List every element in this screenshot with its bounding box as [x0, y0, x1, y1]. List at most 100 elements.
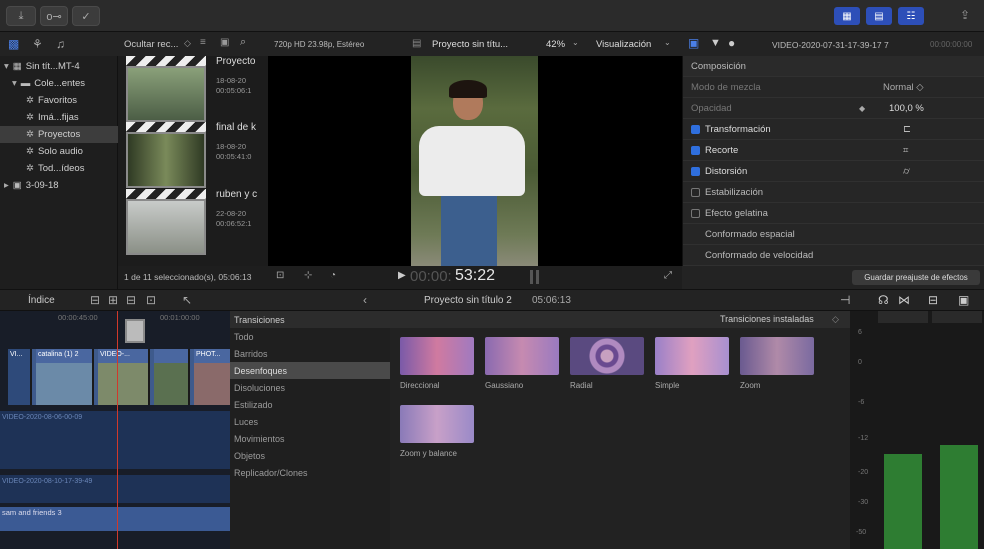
library-item[interactable]: ✲ Favoritos [0, 92, 118, 109]
category-item[interactable]: Replicador/Clones [230, 464, 390, 481]
rolling-shutter-checkbox[interactable] [691, 208, 700, 218]
transition-tile[interactable] [485, 337, 559, 375]
chevron-left-icon[interactable]: ‹ [363, 293, 367, 307]
filter-icon[interactable]: ▼ [710, 37, 721, 49]
category-item[interactable]: Objetos [230, 447, 390, 464]
list-view-icon[interactable]: ≡ [200, 37, 206, 48]
distort-checkbox[interactable] [691, 166, 700, 176]
index-button[interactable]: Índice [28, 295, 55, 306]
titles-icon[interactable]: ♫ [56, 37, 65, 51]
composition-header[interactable]: Composición [683, 56, 984, 77]
library-item[interactable]: ▾ ▦ Sin tít...MT-4 [0, 58, 118, 75]
opacity-value[interactable]: 100,0 % [889, 103, 924, 114]
library-item[interactable]: ✲ Tod...ídeos [0, 160, 118, 177]
library-item[interactable]: ▾ ▬ Cole...entes [0, 75, 118, 92]
info-icon[interactable]: ● [728, 36, 735, 50]
transition-tile[interactable] [400, 405, 474, 443]
skimming-icon[interactable]: ⊣ [840, 293, 850, 307]
library-icon[interactable]: ▩ [8, 37, 19, 51]
stabilization-row[interactable]: Estabilización [683, 182, 984, 203]
timeline-clip[interactable]: VIDEO-... [98, 349, 150, 405]
clip-thumbnail[interactable] [126, 199, 206, 255]
distort-row[interactable]: Distorsión ⌭ [683, 161, 984, 182]
playhead[interactable] [117, 311, 118, 549]
library-item[interactable]: ✲ Solo audio [0, 143, 118, 160]
timeline-clip[interactable] [154, 349, 190, 405]
check-circle-icon: ✓ [81, 10, 91, 23]
show-browser-button[interactable]: ▦ [834, 7, 860, 25]
clip-filter-dropdown[interactable]: Ocultar rec... [124, 39, 178, 50]
spatial-conform-row[interactable]: Conformado espacial [683, 224, 984, 245]
category-item[interactable]: Barridos [230, 345, 390, 362]
category-item[interactable]: Luces [230, 413, 390, 430]
append-icon[interactable]: ⊟ [126, 293, 136, 307]
library-item[interactable]: ▸ ▣ 3-09-18 [0, 177, 118, 194]
rate-conform-row[interactable]: Conformado de velocidad [683, 245, 984, 266]
effects-browser-icon[interactable]: ▣ [958, 293, 969, 307]
category-item[interactable]: Movimientos [230, 430, 390, 447]
share-icon[interactable]: ⇪ [960, 8, 970, 22]
rolling-shutter-row[interactable]: Efecto gelatina [683, 203, 984, 224]
crop-icon[interactable]: ⌗ [903, 145, 908, 156]
audio-track[interactable]: VIDEO-2020-08-10-17-39-49 [0, 475, 230, 503]
snapping-icon[interactable]: ⋈ [898, 293, 910, 307]
view-menu[interactable]: Visualización [596, 39, 651, 50]
timeline-clip[interactable]: VI... [8, 349, 32, 405]
play-icon[interactable]: ▶ [398, 270, 406, 281]
ruler-label: 00:01:00:00 [160, 313, 200, 322]
insert-icon[interactable]: ⊞ [108, 293, 118, 307]
clip-thumbnail[interactable] [126, 132, 206, 188]
transition-label: Zoom y balance [400, 449, 457, 458]
keywords-button[interactable]: o⊸ [40, 6, 68, 26]
clip-thumbnail[interactable] [126, 66, 206, 122]
clip-appearance-icon[interactable]: ⊡ [276, 270, 284, 281]
transition-tile[interactable] [655, 337, 729, 375]
distort-icon[interactable]: ⌭ [903, 166, 910, 177]
overwrite-icon[interactable]: ⊡ [146, 293, 156, 307]
clip-duration: 00:05:41:0 [216, 152, 252, 161]
search-icon[interactable]: ⌕ [240, 36, 246, 49]
keyframe-icon[interactable]: ◆ [859, 104, 865, 113]
timeline[interactable]: 00:00:45:00 00:01:00:00 VI... catalina (… [0, 311, 230, 549]
crop-checkbox[interactable] [691, 145, 700, 155]
inspector-clip-name: VIDEO-2020-07-31-17-39-17 7 [772, 40, 889, 50]
category-item[interactable]: Estilizado [230, 396, 390, 413]
timeline-clip[interactable]: PHOT... [194, 349, 230, 405]
stabilization-checkbox[interactable] [691, 187, 700, 197]
transform-icon[interactable]: ⊏ [903, 124, 911, 135]
meter-tick: -50 [856, 529, 867, 536]
timeline-clip[interactable]: catalina (1) 2 [36, 349, 94, 405]
audio-track[interactable]: sam and friends 3 [0, 507, 230, 531]
save-preset-button[interactable]: Guardar preajuste de efectos [852, 270, 980, 285]
transition-tile[interactable] [570, 337, 644, 375]
transform-checkbox[interactable] [691, 124, 700, 134]
video-inspector-icon[interactable]: ▣ [688, 36, 699, 50]
transition-tile[interactable] [740, 337, 814, 375]
show-timeline-button[interactable]: ▤ [866, 7, 892, 25]
import-button[interactable]: ⤓ [6, 6, 36, 26]
installed-transitions-dropdown[interactable]: Transiciones instaladas [720, 314, 814, 324]
photos-icon[interactable]: ⚘ [32, 37, 43, 51]
headphones-icon[interactable]: ☊ [878, 293, 889, 307]
category-item[interactable]: Desenfoques [230, 362, 390, 379]
transform-icon[interactable]: ⊹ [304, 270, 312, 281]
category-item[interactable]: Todo [230, 328, 390, 345]
clip-appearance-icon[interactable]: ⊟ [928, 293, 938, 307]
library-item[interactable]: ✲ Imá...fijas [0, 109, 118, 126]
category-item[interactable]: Disoluciones [230, 379, 390, 396]
clip-appearance-icon[interactable]: ▣ [220, 37, 229, 48]
transition-tile[interactable] [400, 337, 474, 375]
crop-row[interactable]: Recorte ⌗ [683, 140, 984, 161]
background-tasks-button[interactable]: ✓ [72, 6, 100, 26]
connect-icon[interactable]: ⊟ [90, 293, 100, 307]
transform-row[interactable]: Transformación ⊏ [683, 119, 984, 140]
show-inspector-button[interactable]: ☷ [898, 7, 924, 25]
library-item[interactable]: ✲ Proyectos [0, 126, 118, 143]
speed-icon[interactable]: ◔ [330, 270, 336, 281]
fullscreen-icon[interactable]: ⤢ [664, 270, 672, 281]
blend-mode-select[interactable]: Normal ◇ [883, 82, 924, 93]
audio-track[interactable]: VIDEO-2020-08-06-00-09 [0, 411, 230, 469]
zoom-dropdown[interactable]: 42% [546, 39, 565, 50]
select-tool-icon[interactable]: ↖ [182, 293, 192, 307]
disclosure-down-icon: ▾ [12, 78, 17, 89]
